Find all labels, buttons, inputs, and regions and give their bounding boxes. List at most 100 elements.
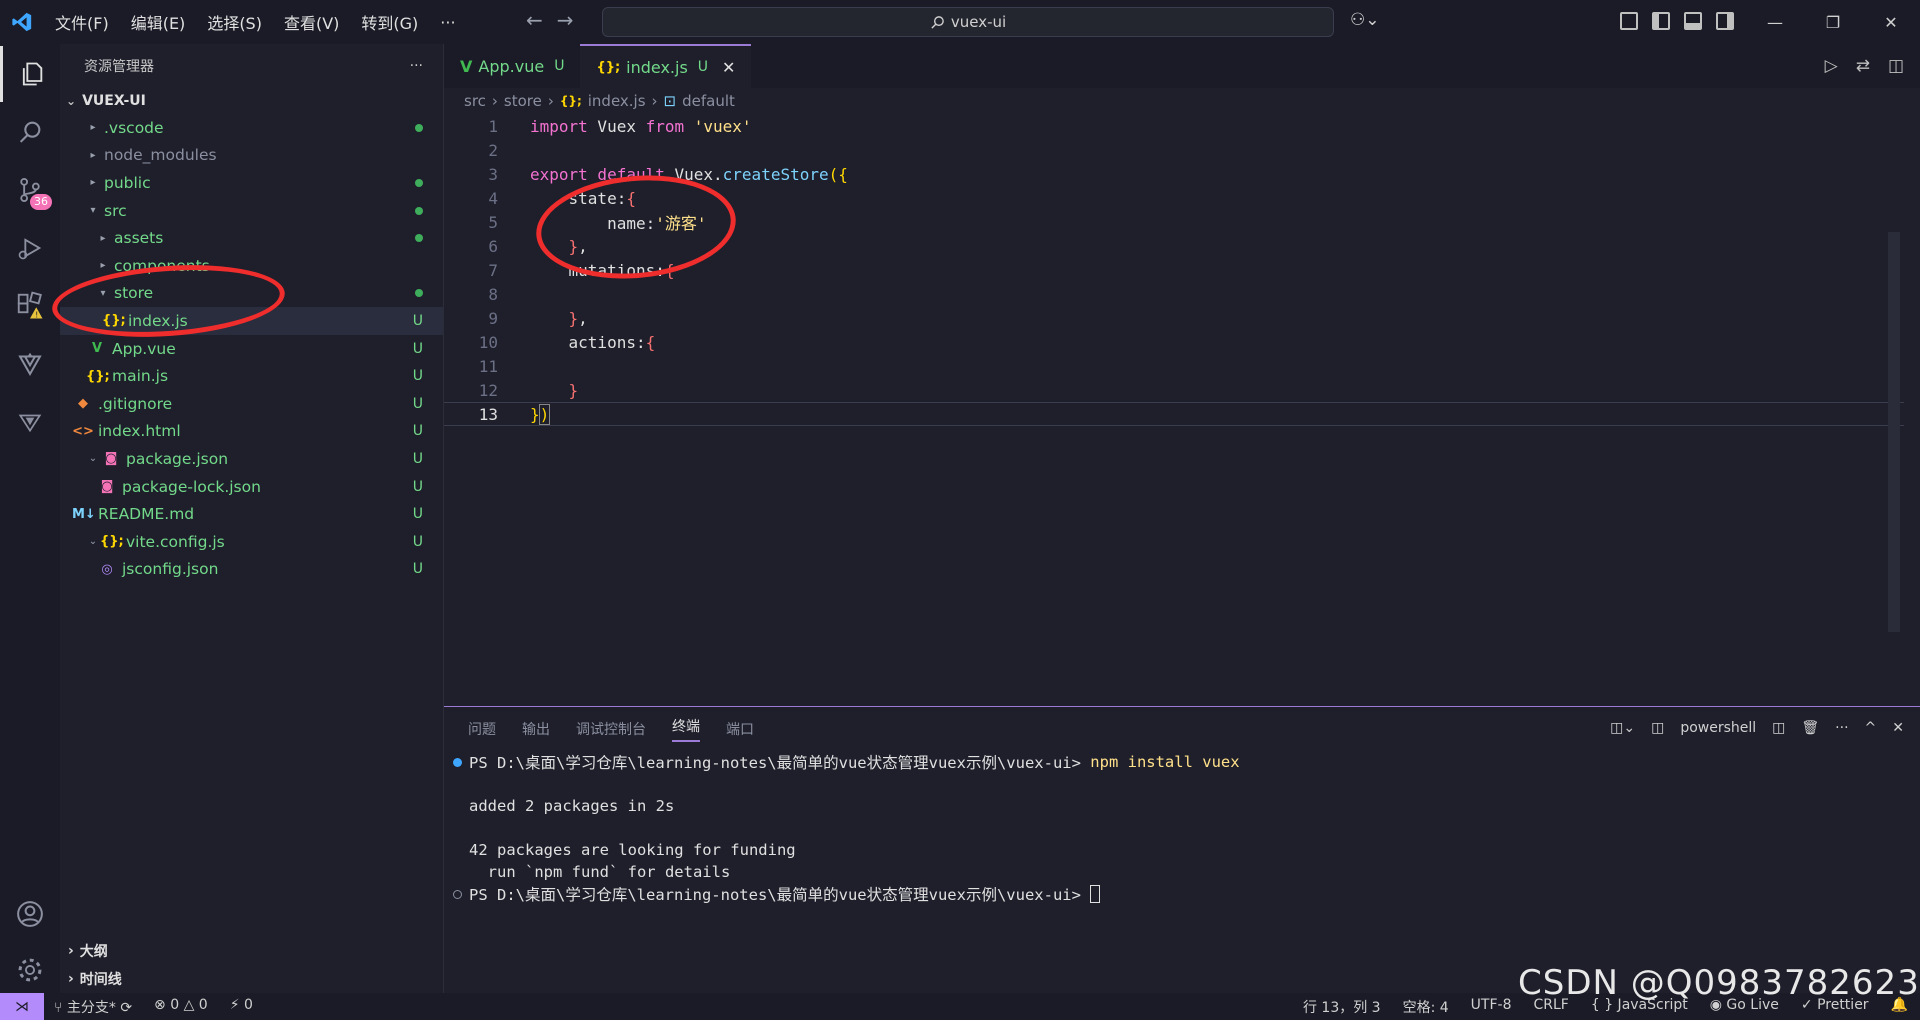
split-editor-icon[interactable]: ◫ <box>1888 56 1904 76</box>
encoding[interactable]: UTF-8 <box>1471 997 1512 1017</box>
problems-status[interactable]: ⊗ 0 △ 0 <box>154 997 208 1017</box>
tree-item[interactable]: {}; index.js U <box>60 307 443 335</box>
new-terminal-split-icon[interactable]: ◫⌄ <box>1610 720 1635 736</box>
breadcrumb-store[interactable]: store <box>504 92 542 110</box>
command-center-search[interactable]: vuex-ui <box>602 7 1334 37</box>
brace: } <box>530 308 579 328</box>
toggle-secondary-sidebar-icon[interactable] <box>1716 12 1734 30</box>
tab-problems[interactable]: 问题 <box>468 719 496 739</box>
tab-index-js[interactable]: {}; index.js U ✕ <box>580 44 752 88</box>
line-number: 12 <box>478 380 498 400</box>
copilot-icon[interactable]: ⚇⌄ <box>1350 10 1379 30</box>
tree-item[interactable]: ⌄ ◙ package.json U <box>60 445 443 473</box>
explorer-activity[interactable] <box>0 46 60 102</box>
punctuation: , <box>578 236 588 256</box>
tree-item[interactable]: ◙ package-lock.json U <box>60 473 443 501</box>
trash-icon[interactable]: 🗑 <box>1801 720 1819 736</box>
breadcrumb-symbol[interactable]: default <box>682 92 735 110</box>
tree-item[interactable]: ◎ jsconfig.json U <box>60 556 443 584</box>
tab-debug-console[interactable]: 调试控制台 <box>576 719 646 739</box>
menu-file[interactable]: 文件(F) <box>44 10 120 34</box>
tree-item-label: public <box>104 173 151 192</box>
split-terminal-icon[interactable]: ◫ <box>1772 720 1785 736</box>
tab-output[interactable]: 输出 <box>522 719 550 739</box>
outline-section[interactable]: › 大纲 <box>60 937 444 964</box>
tree-item[interactable]: M↓ README.md U <box>60 500 443 528</box>
untracked-badge: U <box>412 368 423 385</box>
line-number: 13 <box>478 404 498 424</box>
run-debug-activity[interactable] <box>0 220 60 276</box>
maximize-panel-icon[interactable]: ^ <box>1865 720 1877 736</box>
tree-item[interactable]: ⌄ {}; vite.config.js U <box>60 528 443 556</box>
menu-selection[interactable]: 选择(S) <box>196 10 273 34</box>
close-tab-icon[interactable]: ✕ <box>722 58 735 77</box>
close-panel-icon[interactable]: ✕ <box>1892 720 1904 736</box>
breadcrumb-src[interactable]: src <box>464 92 486 110</box>
code-line: 9 }, <box>444 306 1904 330</box>
code-editor[interactable]: 1 import Vuex from 'vuex' 2 3 export def… <box>444 114 1904 704</box>
tree-item[interactable]: ▸ assets <box>60 224 443 252</box>
settings-activity[interactable] <box>0 942 60 998</box>
menu-more[interactable]: ··· <box>429 13 466 32</box>
toggle-sidebar-icon[interactable] <box>1652 12 1670 30</box>
ports-status[interactable]: ⚡ 0 <box>230 997 253 1017</box>
cursor-position[interactable]: 行 13，列 3 <box>1303 997 1381 1017</box>
accounts-activity[interactable] <box>0 886 60 942</box>
editor-scrollbar[interactable] <box>1888 232 1900 632</box>
branch-status[interactable]: ⑂ 主分支* ⟳ <box>54 997 132 1017</box>
terminal-shell-name[interactable]: powershell <box>1680 720 1756 736</box>
menu-go[interactable]: 转到(G) <box>350 10 429 34</box>
tree-item[interactable]: ▾ src <box>60 197 443 225</box>
remote-indicator-icon[interactable]: ⋊ <box>0 993 44 1020</box>
customize-layout-icon[interactable] <box>1620 12 1638 30</box>
toggle-panel-icon[interactable] <box>1684 12 1702 30</box>
account-icon <box>17 901 43 927</box>
tree-item[interactable]: {}; main.js U <box>60 362 443 390</box>
menu-view[interactable]: 查看(V) <box>273 10 350 34</box>
identifier: Vuex <box>587 116 646 136</box>
back-arrow-icon[interactable]: ← <box>526 8 543 32</box>
terminal-line: added 2 packages in 2s <box>444 795 1920 817</box>
compare-changes-icon[interactable]: ⇄ <box>1856 56 1870 76</box>
tree-item[interactable]: ▾ store <box>60 280 443 308</box>
chevron-right-icon: ▸ <box>90 177 96 189</box>
terminal[interactable]: PS D:\桌面\学习仓库\learning-notes\最简单的vue状态管理… <box>444 751 1920 905</box>
tab-terminal[interactable]: 终端 <box>672 716 700 742</box>
more-actions-icon[interactable]: ··· <box>1835 720 1848 736</box>
tab-ports[interactable]: 端口 <box>726 719 754 739</box>
tree-item[interactable]: ▸ node_modules <box>60 142 443 170</box>
tree-item[interactable]: ▸ public <box>60 169 443 197</box>
timeline-section[interactable]: › 时间线 <box>60 965 444 992</box>
vitest-activity[interactable] <box>0 394 60 450</box>
search-activity[interactable] <box>0 104 60 160</box>
close-window-icon[interactable]: ✕ <box>1862 0 1920 44</box>
restore-icon[interactable]: ❐ <box>1804 0 1862 44</box>
timeline-title: 时间线 <box>79 971 122 988</box>
tree-item-label: App.vue <box>112 339 176 358</box>
tree-item[interactable]: <> index.html U <box>60 418 443 446</box>
tree-item[interactable]: V App.vue U <box>60 335 443 363</box>
chevron-right-icon: ▸ <box>100 232 106 244</box>
source-control-activity[interactable]: 36 <box>0 162 60 218</box>
menu-edit[interactable]: 编辑(E) <box>120 10 197 34</box>
tree-item[interactable]: ▸ components <box>60 252 443 280</box>
tree-item[interactable]: ▸ .vscode <box>60 114 443 142</box>
run-icon[interactable]: ▷ <box>1825 56 1838 76</box>
remote-explorer-activity[interactable] <box>0 336 60 392</box>
minimize-icon[interactable]: — <box>1746 0 1804 44</box>
tab-app-vue[interactable]: V App.vue U <box>444 44 580 88</box>
dot-icon <box>415 206 423 215</box>
line-number: 1 <box>488 116 498 136</box>
breadcrumb-separator: › <box>491 92 498 110</box>
code-line: 8 <box>444 282 1904 306</box>
indentation[interactable]: 空格: 4 <box>1403 997 1449 1017</box>
extensions-activity[interactable]: ! <box>0 278 60 334</box>
untracked-badge: U <box>412 423 423 440</box>
tree-item[interactable]: ◆ .gitignore U <box>60 390 443 418</box>
forward-arrow-icon[interactable]: → <box>557 8 574 32</box>
project-root[interactable]: ⌄ VUEX-UI <box>60 88 443 114</box>
breadcrumb-file[interactable]: index.js <box>588 92 646 110</box>
sync-icon: ⟳ <box>120 999 133 1016</box>
branch-icon: ⑂ <box>54 999 67 1016</box>
explorer-more-icon[interactable]: ··· <box>410 58 423 74</box>
